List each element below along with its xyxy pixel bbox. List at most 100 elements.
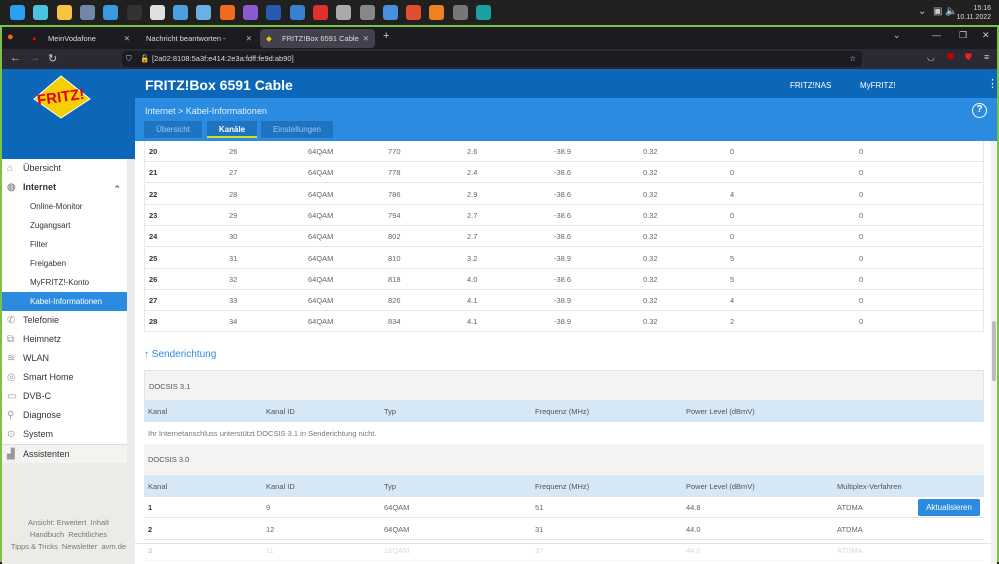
footer-handbuch[interactable]: Handbuch [30,530,64,539]
docsis30-label: DOCSIS 3.0 [144,444,984,475]
downstream-row: 20 26 64QAM 770 2.6 -38.9 0.32 0 0 [144,141,984,162]
tab-kanaele[interactable]: Kanäle [207,121,257,138]
sidebar-item-zugangsart[interactable]: Zugangsart [2,216,127,235]
eset-taskbar-icon[interactable] [476,5,491,20]
cell: 44.8 [686,503,701,512]
sidebar-item-freigaben[interactable]: Freigaben [2,254,127,273]
shield-icon[interactable]: ⛉ [126,51,132,67]
menu-icon[interactable]: ≡ [984,52,989,62]
close-tab-icon[interactable]: ✕ [124,29,130,48]
close-window-icon[interactable]: ✕ [982,30,990,41]
sidebar-item-online-monitor[interactable]: Online-Monitor [2,197,127,216]
sidebar-item-diagnose[interactable]: ⚲ Diagnose [2,406,127,425]
fritz-nas-link[interactable]: FRITZ!NAS [790,81,831,90]
bookmark-star-icon[interactable]: ☆ [849,51,856,67]
calculator-taskbar-icon[interactable] [359,5,375,20]
cell: 1 [148,503,153,512]
breadcrumb[interactable]: Internet > Kabel-Informationen [145,106,267,116]
home-icon: ⌂ [7,163,14,174]
vlc-taskbar-icon[interactable] [429,5,445,20]
footer-avm[interactable]: avm.de [102,542,127,551]
app-taskbar-icon[interactable] [243,5,258,20]
page-title: FRITZ!Box 6591 Cable [145,77,293,93]
tab-meinvodafone[interactable]: ● MeinVodafone ✕ [26,29,136,48]
tab-fritzbox[interactable]: ◆ FRITZ!Box 6591 Cable ✕ [260,29,375,48]
sidebar-item-wlan[interactable]: ≋ WLAN [2,349,127,368]
tab-nachricht[interactable]: Nachricht beantworten - Vodafone✕ [138,29,258,62]
explorer-taskbar-icon[interactable] [56,5,72,20]
aktualisieren-button[interactable]: Aktualisieren [918,499,980,516]
sidebar-item-system[interactable]: ⊙ System [2,425,127,444]
sidebar-item--bersicht[interactable]: ⌂ Übersicht [2,159,127,178]
clock[interactable]: 15:16 10.11.2022 [956,4,991,22]
new-tab-icon[interactable]: + [383,30,389,42]
sidebar-item-internet[interactable]: ◍ Internet ⌃ [2,178,127,197]
cell: 64QAM [384,503,410,512]
reload-icon[interactable]: ↻ [48,52,57,65]
start-taskbar-icon[interactable] [10,5,25,20]
restore-icon[interactable]: ❐ [959,30,967,41]
sidebar-item-label: Filter [30,240,48,249]
monitor-taskbar-icon[interactable] [196,5,212,20]
minimize-icon[interactable]: — [932,30,941,40]
extension-shield-icon[interactable]: ⛊ [965,52,972,63]
cell: 0 [859,147,864,156]
close-tab-icon[interactable]: ✕ [246,29,252,48]
sidebar-item-smart-home[interactable]: ◎ Smart Home [2,368,127,387]
network-icon[interactable]: ▣ [933,6,942,17]
more-menu-icon[interactable]: ⋮ [987,77,997,90]
cell: 0 [859,317,864,327]
terminal-taskbar-icon[interactable] [126,5,142,20]
app-taskbar-icon[interactable] [79,5,95,20]
wifi-icon: ≋ [7,353,16,364]
edge-taskbar-icon[interactable] [289,5,305,20]
close-tab-icon[interactable]: ✕ [363,29,369,48]
myfritz-link[interactable]: MyFRITZ! [860,81,896,90]
ccleaner-taskbar-icon[interactable] [406,5,422,20]
footer-rechtliches[interactable]: Rechtliches [68,530,107,539]
cortana-taskbar-icon[interactable] [382,5,398,20]
firefox-taskbar-icon[interactable] [219,5,235,20]
url-bar[interactable]: ⛉ 🔓 [2a02:8108:5a3f:e414:2e3a:fdff:fe9d:… [122,51,862,67]
widgets-taskbar-icon[interactable] [33,5,49,20]
footer-newsletter[interactable]: Newsletter [62,542,97,551]
sidebar-item-filter[interactable]: Filter [2,235,127,254]
ublock-icon[interactable]: ⛊ [947,52,954,63]
forward-icon[interactable]: → [29,52,40,64]
footer-tipps[interactable]: Tipps & Tricks [11,542,58,551]
back-icon[interactable]: ← [10,52,21,64]
sidebar-item-label: Zugangsart [30,221,71,230]
app-taskbar-icon[interactable] [452,5,468,20]
tray-chevron-icon[interactable]: ⌄ [918,6,926,17]
sidebar-item-dvb-c[interactable]: ▭ DVB-C [2,387,127,406]
sidebar-item-myfritz-konto[interactable]: MyFRITZ!-Konto [2,273,127,292]
sidebar-item-kabel-informationen[interactable]: Kabel-Informationen [2,292,127,311]
cell: 34 [229,317,238,327]
sidebar-item-heimnetz[interactable]: ⧉ Heimnetz [2,330,127,349]
upstream-row: 2 12 64QAM 31 44.0 ATDMA [144,519,984,540]
footer-inhalt[interactable]: Inhalt [91,518,109,527]
cell: 0.32 [643,253,658,263]
help-icon[interactable]: ? [972,103,987,118]
office-taskbar-icon[interactable] [312,5,328,20]
tab-uebersicht[interactable]: Übersicht [144,121,202,138]
powershell-taskbar-icon[interactable] [266,5,282,20]
firefox-icon[interactable]: ● [7,31,14,43]
insecure-lock-icon[interactable]: 🔓 [140,51,149,67]
pocket-icon[interactable]: ◡ [927,52,935,63]
settings-taskbar-icon[interactable] [336,5,352,20]
sidebar-item-assistenten[interactable]: ▟ Assistenten [2,444,127,463]
tab-einstellungen[interactable]: Einstellungen [261,121,333,138]
footer-ansicht[interactable]: Ansicht: Erweitert [28,518,86,527]
cell: 0 [859,232,864,242]
scrollbar[interactable] [991,141,997,564]
sidebar-item-telefonie[interactable]: ✆ Telefonie [2,311,127,330]
tab-list-icon[interactable]: ⌄ [893,30,901,41]
app-taskbar-icon[interactable] [103,5,119,20]
cell: ATDMA [837,503,863,512]
scrollbar-thumb[interactable] [992,321,996,381]
senderichtung-heading[interactable]: ↑ Senderichtung [144,349,216,360]
store-taskbar-icon[interactable] [149,5,165,20]
app-taskbar-icon[interactable] [173,5,189,20]
fritz-logo[interactable]: FRITZ! [30,75,92,119]
